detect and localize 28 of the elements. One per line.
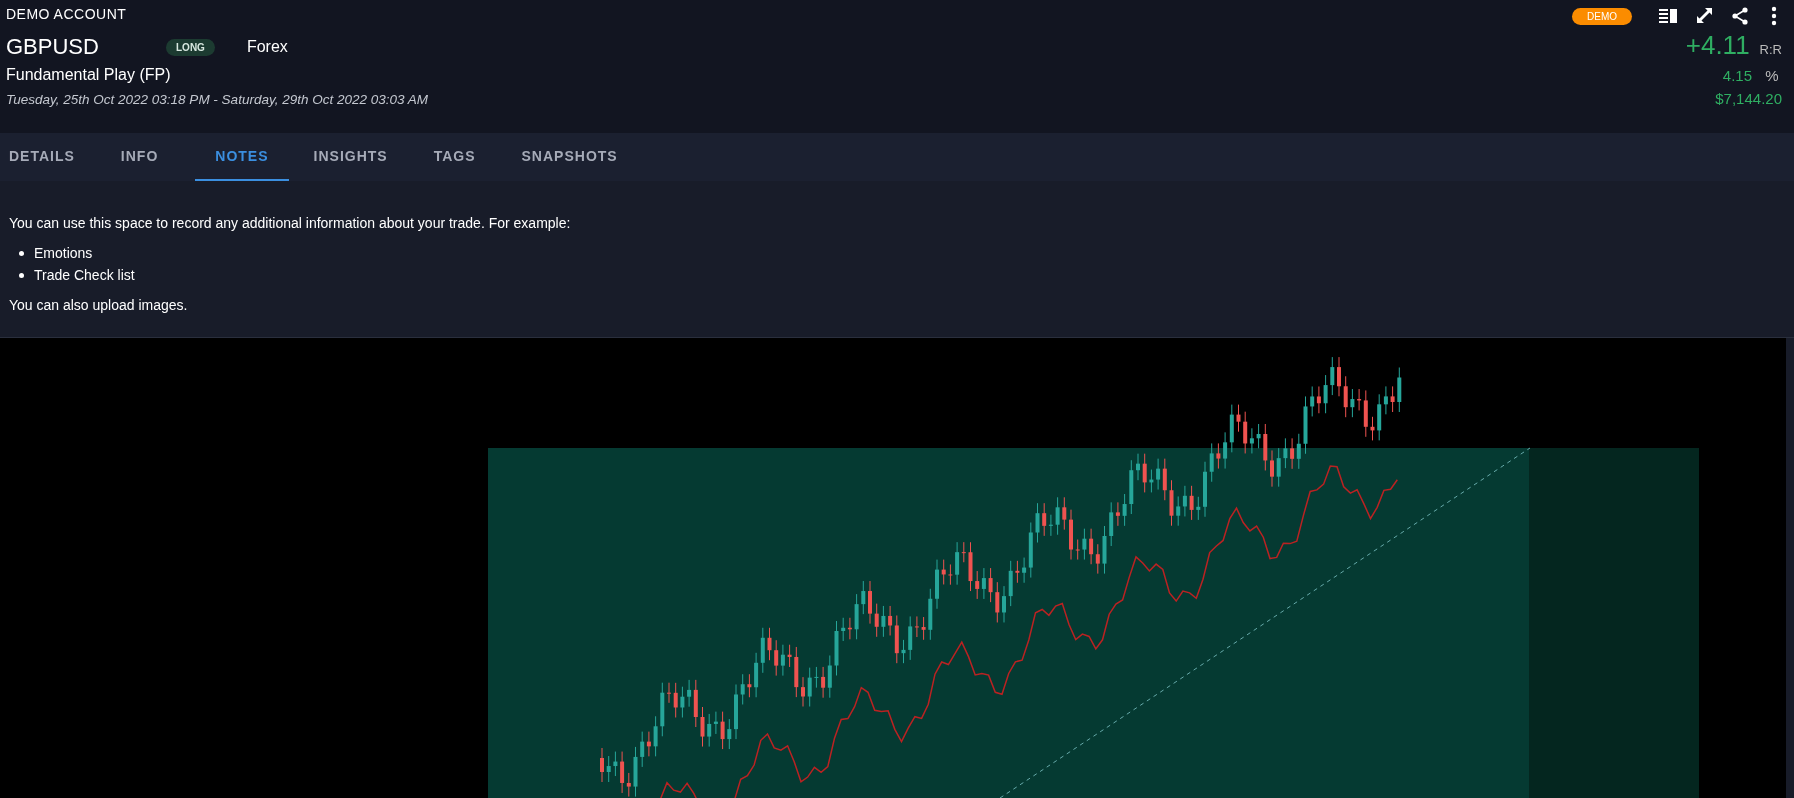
account-title: DEMO ACCOUNT — [6, 6, 127, 22]
stat-unit: % — [1764, 67, 1780, 84]
bullet-icon — [19, 250, 24, 256]
trade-period: Tuesday, 25th Oct 2022 03:18 PM - Saturday, 29th Oct 2022 03:03 AM — [6, 92, 428, 107]
tab[interactable]: NOTES — [195, 133, 289, 181]
share-icon[interactable] — [1730, 6, 1750, 26]
more-icon[interactable] — [1770, 6, 1778, 26]
tab[interactable]: INSIGHTS — [304, 133, 397, 181]
demo-badge: DEMO — [1572, 7, 1632, 25]
tab[interactable]: SNAPSHOTS — [512, 133, 627, 181]
bullet-icon — [19, 272, 24, 278]
columns-icon[interactable] — [1658, 6, 1678, 26]
notes-intro: You can use this space to record any additional information about your trade. For example: — [9, 215, 572, 231]
tab[interactable]: DETAILS — [0, 133, 84, 181]
tab[interactable]: TAGS — [424, 133, 485, 181]
stat-value: +4.11 — [1685, 30, 1750, 61]
list-item: Emotions — [34, 245, 93, 261]
notes-outro: You can also upload images. — [9, 297, 189, 313]
direction-badge: LONG — [166, 38, 215, 56]
strategy-label: Fundamental Play (FP) — [6, 66, 171, 84]
stat-unit: R:R — [1759, 42, 1782, 57]
stat-value: 4.15 — [1722, 67, 1752, 84]
symbol-title: GBPUSD — [6, 34, 100, 60]
market-label: Forex — [246, 38, 288, 56]
expand-icon[interactable] — [1694, 6, 1714, 26]
list-item: Trade Check list — [34, 267, 135, 283]
tab[interactable]: INFO — [111, 133, 168, 181]
stat-value: $7,144.20 — [1715, 90, 1782, 107]
